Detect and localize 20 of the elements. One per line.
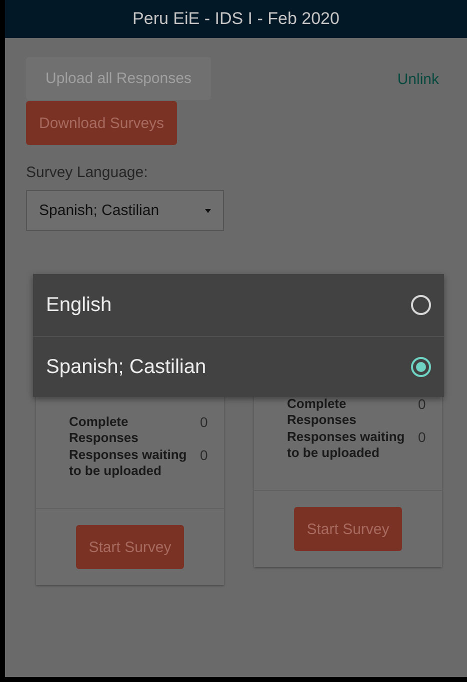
start-survey-button[interactable]: Start Survey [294, 507, 402, 551]
stat-value: 0 [200, 447, 209, 465]
stat-label: Complete Responses [287, 396, 358, 428]
stat-value: 0 [418, 429, 427, 447]
language-option[interactable]: English [33, 274, 444, 336]
download-button[interactable]: Download Surveys [26, 101, 178, 145]
stat-value: 0 [200, 414, 209, 432]
stat-label: Responses waiting to be uploaded [69, 447, 188, 479]
language-option[interactable]: Spanish; Castilian [33, 336, 444, 397]
caret-icon [205, 208, 211, 212]
stat-label: Complete Responses [69, 414, 140, 446]
language-dropdown[interactable]: Spanish; Castilian [26, 190, 224, 231]
language-label: Survey Language: [26, 164, 148, 181]
app-title: Peru EiE - IDS I - Feb 2020 [132, 9, 340, 29]
stat-value: 0 [418, 396, 427, 414]
unlink-link[interactable]: Unlink [397, 71, 439, 88]
stat-label: Responses waiting to be uploaded [287, 429, 406, 461]
radio-selected-icon[interactable] [411, 357, 431, 377]
start-survey-button[interactable]: Start Survey [76, 525, 184, 569]
radio-icon[interactable] [411, 295, 431, 315]
